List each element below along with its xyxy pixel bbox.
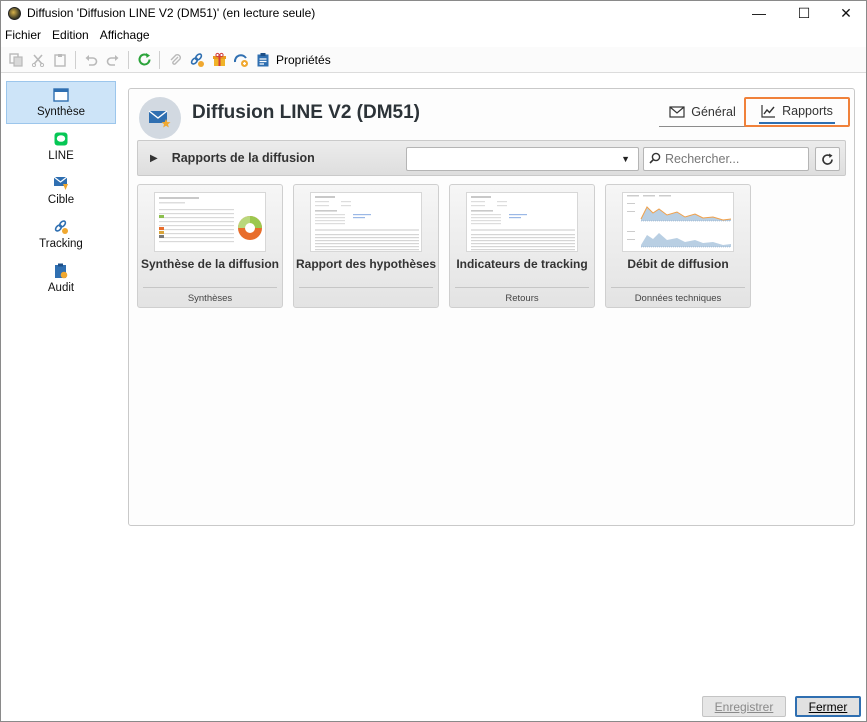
sidebar-item-label: Tracking bbox=[39, 237, 83, 250]
card-divider bbox=[455, 287, 589, 288]
tab-rapports[interactable]: Rapports bbox=[744, 97, 850, 127]
toolbar-divider bbox=[75, 50, 76, 69]
target-mail-icon bbox=[53, 175, 69, 191]
save-button-label: Enregistrer bbox=[714, 699, 774, 714]
report-category: Données techniques bbox=[634, 293, 722, 304]
report-title: Synthèse de la diffusion bbox=[140, 257, 280, 271]
app-window: Diffusion 'Diffusion LINE V2 (DM51)' (en… bbox=[0, 0, 867, 722]
diffusion-mail-icon bbox=[139, 97, 181, 139]
report-title: Rapport des hypothèses bbox=[295, 257, 437, 271]
tab-rapports-label: Rapports bbox=[782, 103, 833, 118]
sidebar-item-label: Cible bbox=[47, 193, 75, 206]
attachment-icon[interactable] bbox=[164, 49, 186, 71]
report-category: Synthèses bbox=[187, 293, 233, 304]
gift-icon[interactable] bbox=[208, 49, 230, 71]
chart-icon bbox=[761, 104, 776, 118]
report-thumbnail bbox=[310, 192, 422, 252]
menu-fichier[interactable]: Fichier bbox=[5, 28, 41, 42]
tracking-link-icon bbox=[53, 219, 69, 235]
close-button-label: Fermer bbox=[808, 699, 848, 714]
sidebar-item-audit[interactable]: Audit bbox=[6, 256, 116, 300]
tab-general[interactable]: Général bbox=[659, 97, 746, 127]
card-divider bbox=[143, 287, 277, 288]
sidebar-item-cible[interactable]: Cible bbox=[6, 168, 116, 212]
sidebar-item-line[interactable]: LINE bbox=[6, 124, 116, 168]
report-filter-select[interactable]: ▼ bbox=[406, 147, 639, 171]
sidebar-item-label: Audit bbox=[47, 281, 75, 294]
toolbar-divider bbox=[128, 50, 129, 69]
page-title: Diffusion LINE V2 (DM51) bbox=[192, 102, 421, 123]
tracking-icon[interactable] bbox=[230, 49, 252, 71]
redo-icon[interactable] bbox=[102, 49, 124, 71]
paste-icon[interactable] bbox=[49, 49, 71, 71]
minimize-button[interactable]: — bbox=[736, 1, 782, 25]
app-logo-icon bbox=[8, 6, 21, 20]
window-title: Diffusion 'Diffusion LINE V2 (DM51)' (en… bbox=[27, 6, 316, 20]
link-icon[interactable] bbox=[186, 49, 208, 71]
properties-icon[interactable] bbox=[252, 49, 274, 71]
save-button[interactable]: Enregistrer bbox=[702, 696, 786, 717]
menu-bar: Fichier Edition Affichage bbox=[1, 25, 866, 44]
copy-icon[interactable] bbox=[5, 49, 27, 71]
expand-triangle-icon[interactable]: ▶ bbox=[150, 153, 158, 164]
sidebar-item-label: LINE bbox=[48, 149, 74, 162]
card-divider bbox=[611, 287, 745, 288]
reports-section-bar: ▶ Rapports de la diffusion ▼ bbox=[137, 140, 846, 176]
undo-icon[interactable] bbox=[80, 49, 102, 71]
toolbar: Propriétés bbox=[1, 47, 866, 73]
sidebar-item-label: Synthèse bbox=[37, 106, 85, 118]
refresh-icon bbox=[822, 153, 833, 165]
section-header[interactable]: ▶ Rapports de la diffusion bbox=[150, 151, 315, 165]
refresh-button[interactable] bbox=[815, 147, 840, 171]
main-panel: Diffusion LINE V2 (DM51) Général Rapport… bbox=[128, 88, 855, 526]
window-icon bbox=[53, 87, 69, 103]
tab-general-label: Général bbox=[691, 104, 736, 119]
report-category: Retours bbox=[505, 293, 539, 304]
title-bar: Diffusion 'Diffusion LINE V2 (DM51)' (en… bbox=[1, 1, 866, 25]
report-card-hypotheses[interactable]: Rapport des hypothèses bbox=[293, 184, 439, 308]
search-input[interactable] bbox=[665, 152, 800, 166]
section-title: Rapports de la diffusion bbox=[171, 151, 315, 165]
tab-rapports-inner: Rapports bbox=[759, 101, 835, 124]
refresh-icon[interactable] bbox=[133, 49, 155, 71]
search-box[interactable] bbox=[643, 147, 809, 171]
sidebar-item-synthese[interactable]: Synthèse bbox=[6, 81, 116, 124]
sidebar: Synthèse LINE Cible Tracking Audit bbox=[2, 81, 116, 301]
properties-label[interactable]: Propriétés bbox=[276, 53, 331, 67]
report-thumbnail bbox=[622, 192, 734, 252]
close-button[interactable]: Fermer bbox=[795, 696, 861, 717]
menu-edition[interactable]: Edition bbox=[52, 28, 89, 42]
card-divider bbox=[299, 287, 433, 288]
audit-icon bbox=[54, 263, 68, 279]
close-window-button[interactable]: ✕ bbox=[823, 1, 867, 25]
report-title: Débit de diffusion bbox=[627, 257, 729, 271]
chevron-down-icon[interactable]: ▼ bbox=[621, 154, 630, 164]
line-icon bbox=[54, 131, 68, 147]
report-thumbnail bbox=[154, 192, 266, 252]
report-card-debit[interactable]: Débit de diffusion Données techniques bbox=[605, 184, 751, 308]
report-title: Indicateurs de tracking bbox=[456, 257, 588, 271]
envelope-icon bbox=[669, 105, 685, 118]
menu-affichage[interactable]: Affichage bbox=[100, 28, 150, 42]
report-card-synthese[interactable]: Synthèse de la diffusion Synthèses bbox=[137, 184, 283, 308]
report-thumbnail bbox=[466, 192, 578, 252]
cut-icon[interactable] bbox=[27, 49, 49, 71]
toolbar-divider bbox=[159, 50, 160, 69]
report-card-tracking[interactable]: Indicateurs de tracking Retours bbox=[449, 184, 595, 308]
search-icon bbox=[649, 152, 661, 167]
maximize-button[interactable]: ☐ bbox=[781, 1, 827, 25]
sidebar-item-tracking[interactable]: Tracking bbox=[6, 212, 116, 256]
